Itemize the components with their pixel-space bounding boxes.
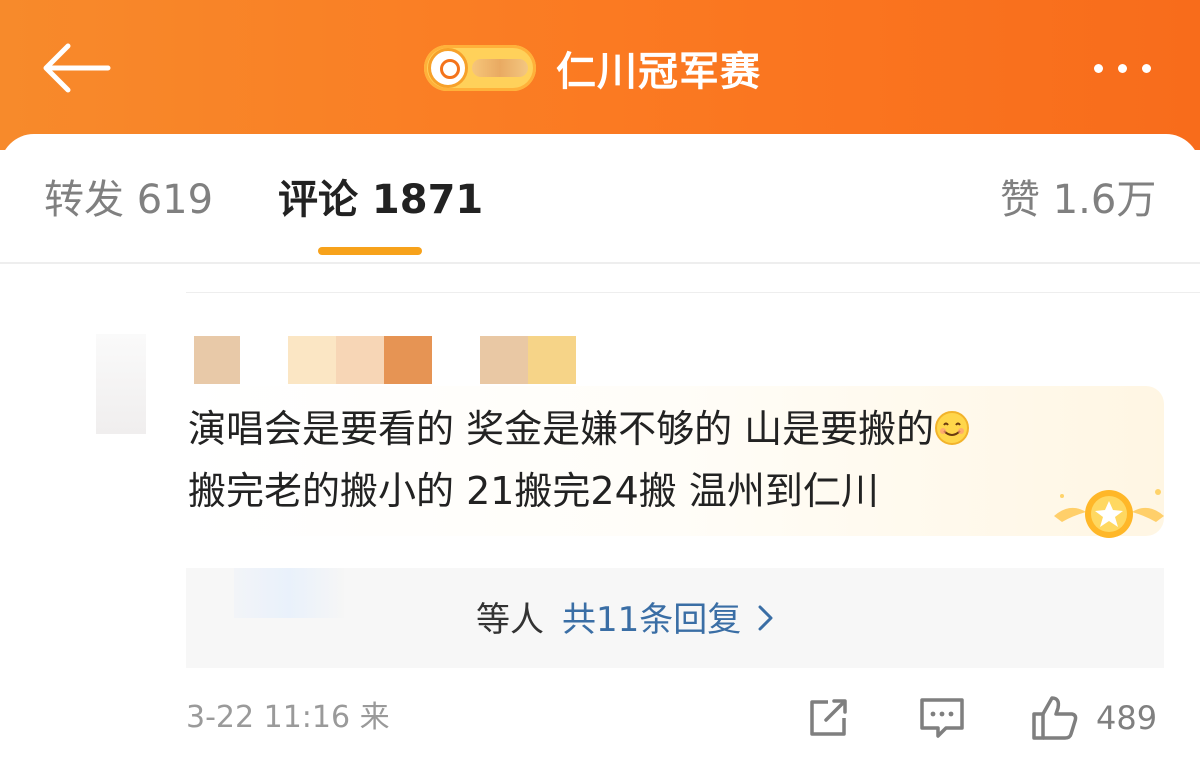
like-count: 489 [1096, 699, 1158, 737]
active-tab-indicator [318, 247, 422, 255]
thumbs-up-icon [1032, 696, 1078, 740]
comment-line-1: 演唱会是要看的 奖金是嫌不够的 山是要搬的 [188, 407, 935, 451]
divider [186, 292, 1200, 293]
reply-count[interactable]: 共11条回复 [562, 600, 741, 640]
page-title: 仁川冠军赛 [556, 49, 761, 95]
star-medal-icon [1054, 489, 1164, 538]
super-topic-search-icon[interactable] [424, 45, 536, 91]
tab-bar: 转发 619 评论 1871 赞 1.6万 [0, 134, 1200, 264]
comment-bubble: 演唱会是要看的 奖金是嫌不够的 山是要搬的 搬完老的搬小的 21搬完24搬 温州… [186, 386, 1164, 538]
replies-preview[interactable]: 等人 共11条回复 [186, 568, 1164, 668]
like-button[interactable]: 489 [1030, 694, 1157, 742]
avatar[interactable] [96, 334, 146, 434]
chevron-right-icon [758, 605, 773, 631]
replies-link[interactable]: 等人 共11条回复 [476, 598, 777, 642]
comment-timestamp: 3-22 11:16 来 [186, 700, 390, 735]
comment-line-2: 搬完老的搬小的 21搬完24搬 温州到仁川 [188, 469, 879, 513]
comment-icon[interactable] [918, 696, 966, 740]
arrow-left-icon [43, 43, 111, 93]
reply-users-blurred [234, 568, 344, 618]
tab-comments[interactable]: 评论 1871 [278, 174, 483, 226]
share-icon[interactable] [806, 696, 850, 740]
smile-emoji-icon [935, 411, 970, 445]
comments-card: 转发 619 评论 1871 赞 1.6万 演唱会是要看的 奖金是嫌不够的 山是… [0, 134, 1200, 776]
username-blurred[interactable] [194, 336, 576, 384]
top-header: 仁川冠军赛 [0, 0, 1200, 150]
tab-likes[interactable]: 赞 1.6万 [1000, 174, 1156, 226]
back-button[interactable] [38, 38, 112, 98]
comment-text: 演唱会是要看的 奖金是嫌不够的 山是要搬的 搬完老的搬小的 21搬完24搬 温州… [188, 398, 1128, 522]
reply-users-suffix: 等人 [476, 600, 544, 640]
more-dots-icon[interactable] [1086, 52, 1166, 82]
header-title-group: 仁川冠军赛 [424, 40, 761, 96]
tab-reposts[interactable]: 转发 619 [44, 174, 213, 226]
